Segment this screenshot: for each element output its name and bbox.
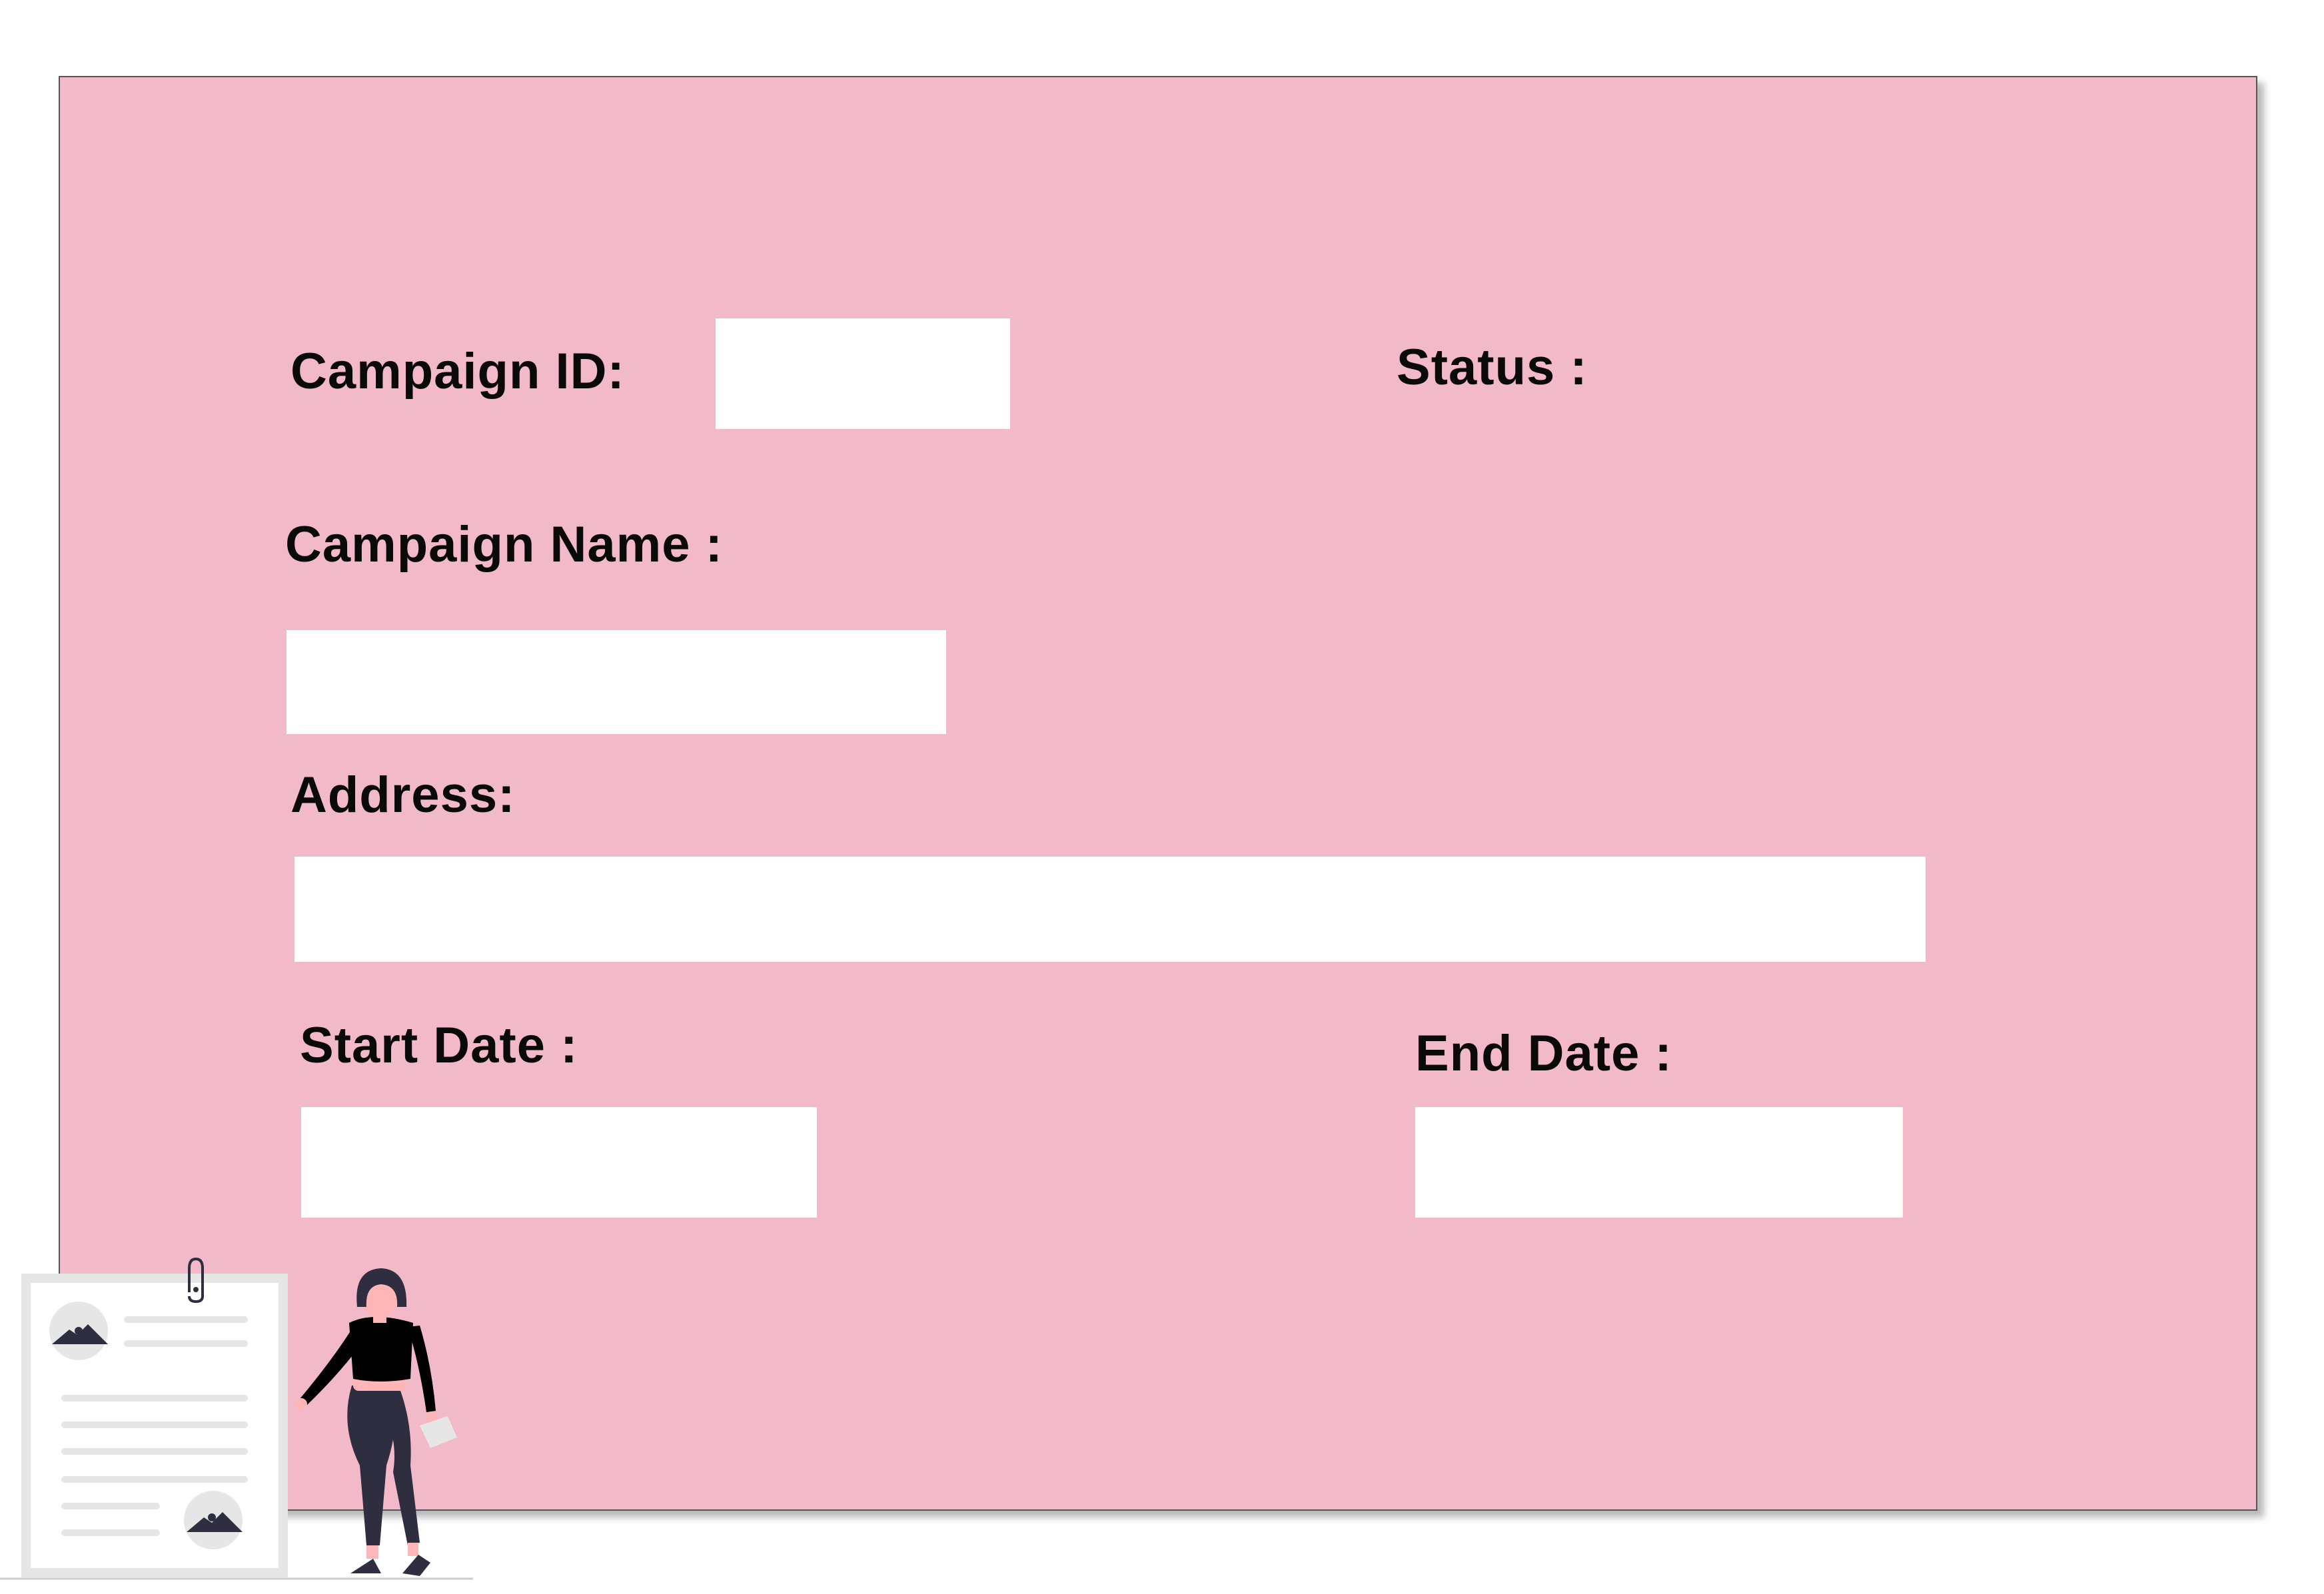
campaign-id-input[interactable] (716, 318, 1010, 429)
start-date-input[interactable] (301, 1107, 817, 1218)
end-date-label: End Date : (1415, 1025, 1672, 1082)
campaign-name-input[interactable] (287, 630, 946, 734)
address-label: Address: (290, 767, 516, 823)
campaign-name-label: Campaign Name : (285, 516, 723, 573)
campaign-id-label: Campaign ID: (290, 343, 625, 400)
image-icon (184, 1491, 243, 1549)
page: Campaign ID: Status : Campaign Name : Ad… (0, 0, 2324, 1594)
person-illustration (295, 1268, 457, 1576)
document-illustration (21, 1274, 288, 1577)
status-label: Status : (1397, 339, 1588, 396)
address-input[interactable] (294, 857, 1926, 962)
start-date-label: Start Date : (300, 1017, 578, 1074)
image-icon (49, 1302, 108, 1360)
end-date-input[interactable] (1415, 1107, 1903, 1218)
illustration (0, 1257, 473, 1580)
